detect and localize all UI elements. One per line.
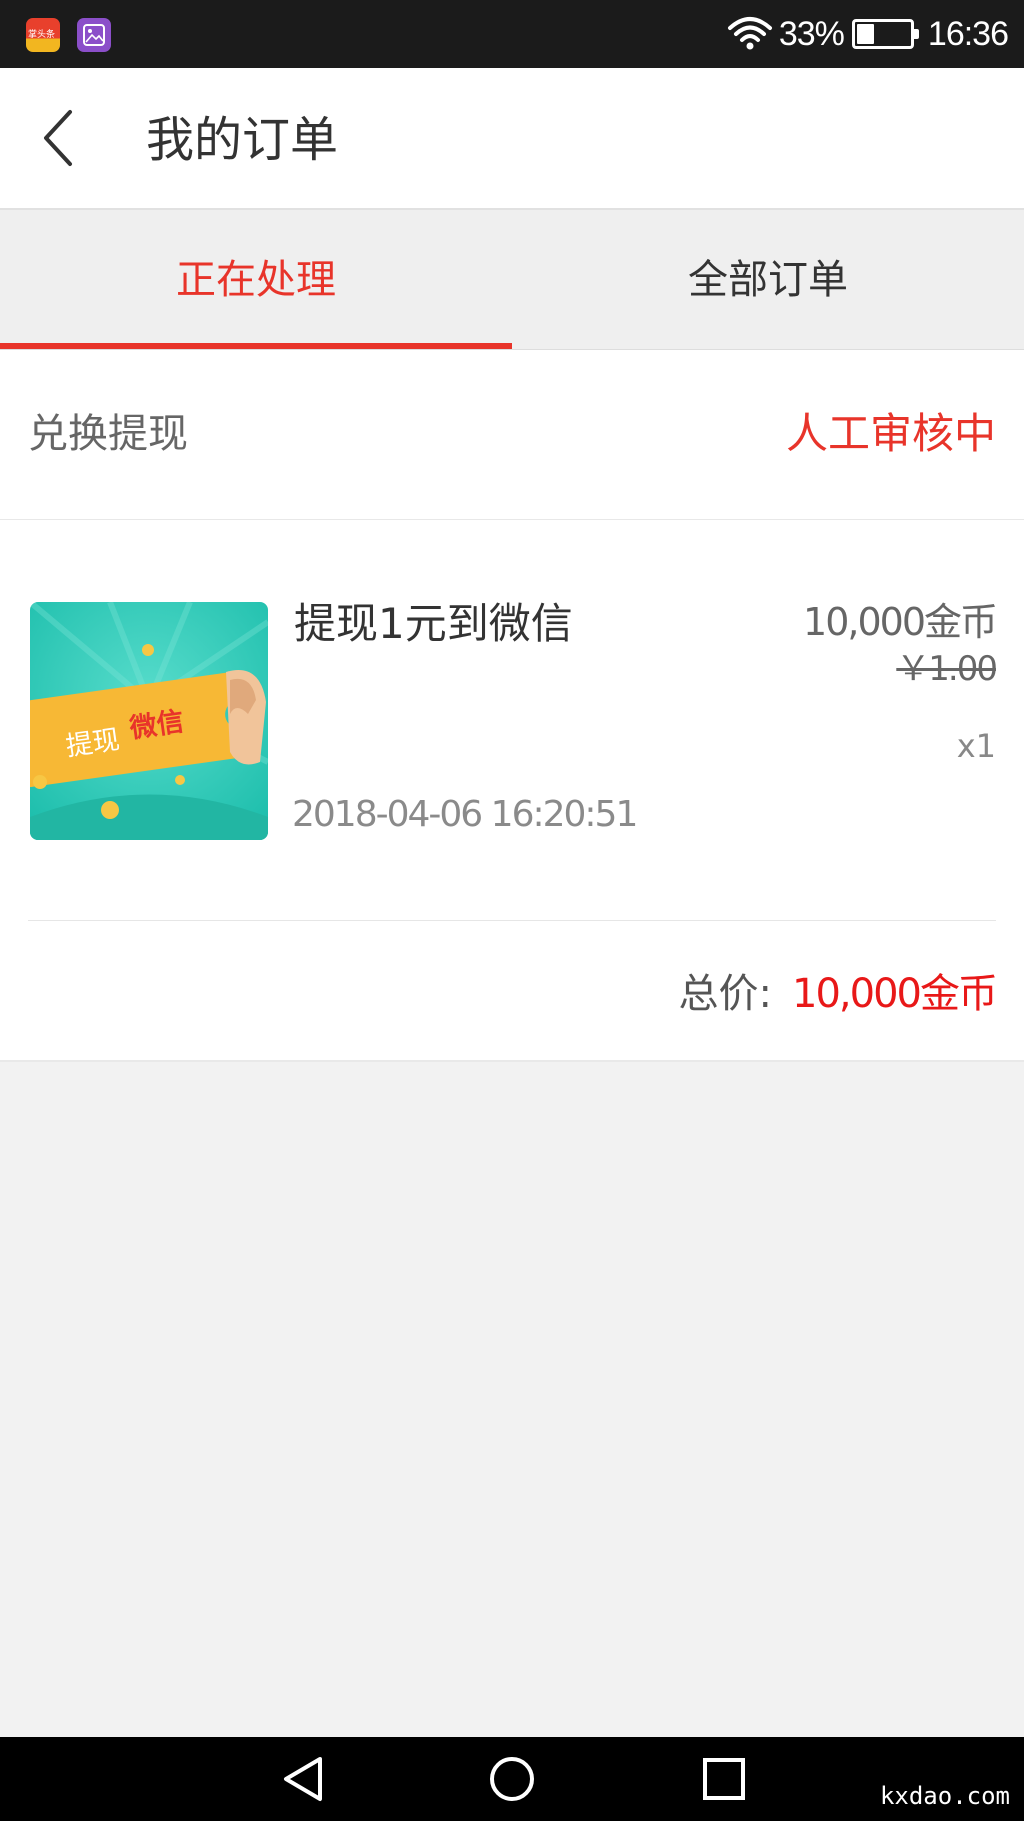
header: 我的订单 [0, 68, 1024, 210]
status-bar: 掌头条 33% 16:36 [0, 0, 1024, 68]
gallery-app-icon [77, 18, 111, 52]
card-bottom-border [0, 1060, 1024, 1062]
tab-indicator [0, 343, 512, 349]
battery-icon [851, 19, 919, 49]
nav-back-icon [284, 1757, 322, 1801]
status-right: 33% 16:36 [727, 14, 1009, 54]
price-coins: 10,000金币 [803, 600, 998, 644]
chevron-left-icon [44, 110, 72, 166]
total-row: 总价: 10,000金币 [678, 966, 998, 1030]
battery-fill [856, 24, 874, 44]
clock: 16:36 [927, 14, 1009, 53]
nav-recent-button[interactable] [700, 1755, 748, 1803]
order-status: 人工审核中 [785, 409, 996, 458]
nav-back-button[interactable] [280, 1755, 328, 1803]
product-thumbnail[interactable]: 提现 微信 [30, 602, 268, 840]
tab-processing[interactable]: 正在处理 [0, 210, 512, 350]
order-header: 兑换提现 人工审核中 [0, 350, 1024, 520]
original-price: ￥1.00 [896, 649, 998, 689]
news-app-icon: 掌头条 [26, 18, 60, 52]
nav-home-icon [490, 1757, 534, 1801]
system-nav-bar [0, 1737, 1024, 1821]
nav-home-button[interactable] [488, 1755, 536, 1803]
page-title: 我的订单 [146, 112, 339, 168]
order-time: 2018-04-06 16:20:51 [292, 794, 638, 835]
tab-all-orders[interactable]: 全部订单 [512, 210, 1024, 350]
total-label: 总价: [678, 971, 773, 1017]
product-name: 提现1元到微信 [294, 599, 573, 648]
order-tabs: 正在处理 全部订单 [0, 210, 1024, 350]
news-app-label: 掌头条 [28, 30, 56, 40]
back-button[interactable] [28, 104, 92, 168]
order-type: 兑换提现 [28, 411, 188, 457]
wifi-icon [727, 17, 772, 50]
watermark: kxdao.com [879, 1782, 1010, 1810]
nav-recent-icon [703, 1758, 745, 1800]
total-value: 10,000金币 [792, 971, 998, 1017]
divider [28, 920, 996, 921]
quantity: x1 [956, 727, 996, 765]
battery-percent: 33% [778, 14, 845, 53]
